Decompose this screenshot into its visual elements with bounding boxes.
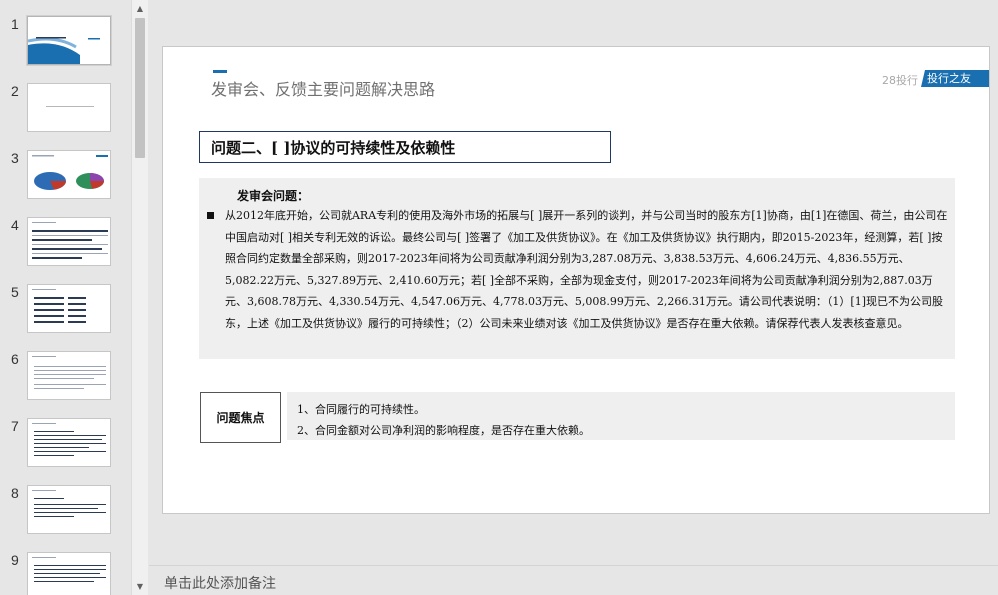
slide-preview — [27, 351, 111, 400]
review-question-text: 从2012年底开始，公司就ARA专利的使用及海外市场的拓展与[ ]展开一系列的谈… — [225, 209, 948, 330]
brand-tag: 投行之友 — [921, 70, 989, 87]
pie-charts-preview — [32, 155, 108, 190]
slide-thumbnail-panel: 1 2 3 4 5 6 7 8 9 — [0, 0, 148, 595]
slide-preview — [27, 485, 111, 534]
slide-thumbnail-1[interactable]: 1 — [0, 16, 130, 83]
slide-number: 3 — [11, 150, 19, 166]
slide-preview — [27, 418, 111, 467]
thumbnail-scrollbar[interactable]: ▲ ▼ — [131, 0, 148, 595]
slide-thumbnail-7[interactable]: 7 — [0, 418, 130, 485]
slide-thumbnail-5[interactable]: 5 — [0, 284, 130, 351]
notes-placeholder: 单击此处添加备注 — [164, 576, 276, 592]
review-question-panel[interactable]: 发审会问题： 从2012年底开始，公司就ARA专利的使用及海外市场的拓展与[ ]… — [199, 178, 955, 359]
slide-number: 1 — [11, 16, 19, 32]
question-heading: 问题二、[ ]协议的可持续性及依赖性 — [211, 139, 456, 157]
question-heading-box[interactable]: 问题二、[ ]协议的可持续性及依赖性 — [199, 131, 611, 163]
slide-thumbnail-9[interactable]: 9 — [0, 552, 130, 595]
focus-item: 2、合同金额对公司净利润的影响程度，是否存在重大依赖。 — [297, 424, 590, 437]
notes-pane[interactable]: 单击此处添加备注 — [149, 565, 998, 595]
slide-preview — [27, 83, 111, 132]
scrollbar-thumb[interactable] — [135, 18, 145, 158]
slide-number: 8 — [11, 485, 19, 501]
focus-items-panel[interactable]: 1、合同履行的可持续性。 2、合同金额对公司净利润的影响程度，是否存在重大依赖。 — [287, 392, 955, 440]
chevron-down-icon[interactable]: ▼ — [132, 578, 148, 595]
slide-number: 9 — [11, 552, 19, 568]
cover-slide-preview — [28, 37, 100, 64]
slide-thumbnail-8[interactable]: 8 — [0, 485, 130, 552]
slide-preview — [27, 217, 111, 266]
title-accent-bar — [213, 70, 227, 73]
focus-label-box[interactable]: 问题焦点 — [200, 392, 281, 443]
slide-number: 7 — [11, 418, 19, 434]
slide-thumbnail-2[interactable]: 2 — [0, 83, 130, 150]
slide-number: 2 — [11, 83, 19, 99]
bullet-square-icon — [207, 212, 214, 219]
presentation-editor: 1 2 3 4 5 6 7 8 9 ▲ ▼ 发审会、反馈主要问题解决思路 28投… — [0, 0, 998, 595]
review-question-label: 发审会问题： — [237, 189, 310, 203]
focus-item: 1、合同履行的可持续性。 — [297, 403, 425, 416]
chevron-up-icon[interactable]: ▲ — [132, 0, 148, 17]
slide-preview — [27, 16, 111, 65]
slide-preview — [27, 150, 111, 199]
slide-preview — [27, 284, 111, 333]
focus-label: 问题焦点 — [216, 411, 265, 425]
slide-title[interactable]: 发审会、反馈主要问题解决思路 — [211, 76, 435, 100]
slide-number: 6 — [11, 351, 19, 367]
brand-prefix: 28投行 — [882, 74, 918, 87]
slide-thumbnail-4[interactable]: 4 — [0, 217, 130, 284]
slide-number: 5 — [11, 284, 19, 300]
slide-number: 4 — [11, 217, 19, 233]
slide-canvas[interactable]: 发审会、反馈主要问题解决思路 28投行 投行之友 问题二、[ ]协议的可持续性及… — [162, 46, 990, 514]
slide-preview — [27, 552, 111, 595]
slide-thumbnail-6[interactable]: 6 — [0, 351, 130, 418]
slide-editor-area: 发审会、反馈主要问题解决思路 28投行 投行之友 问题二、[ ]协议的可持续性及… — [149, 0, 998, 565]
slide-thumbnail-3[interactable]: 3 — [0, 150, 130, 217]
